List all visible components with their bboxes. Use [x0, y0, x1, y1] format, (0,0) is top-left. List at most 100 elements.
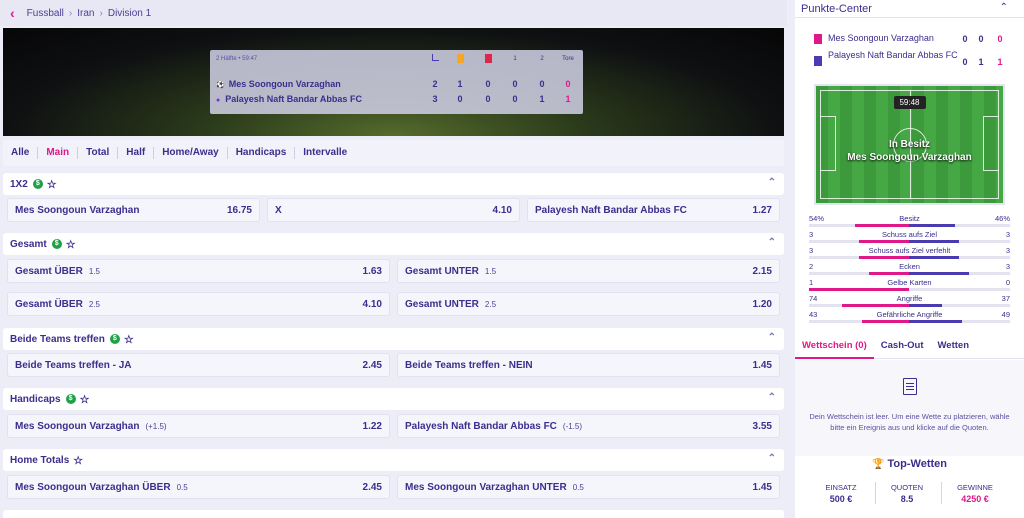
market-title: Handicaps: [10, 393, 61, 405]
odds-button[interactable]: Beide Teams treffen - NEIN 1.45: [397, 353, 780, 377]
market-header-btts[interactable]: Beide Teams treffen $ ☆ ⌃: [3, 328, 784, 350]
tab-cash-out[interactable]: Cash-Out: [874, 335, 931, 359]
possession-label: In Besitz: [888, 139, 931, 150]
possession-dot-icon: ●: [216, 97, 221, 104]
tab-handicaps[interactable]: Handicaps: [228, 147, 296, 159]
stat-bar-home: [809, 288, 909, 291]
chevron-up-icon[interactable]: ⌃: [768, 332, 776, 343]
odds-button[interactable]: Mes Soongoun Varzaghan 16.75: [7, 198, 260, 222]
chevron-up-icon[interactable]: ⌃: [768, 453, 776, 464]
market-header-gesamt[interactable]: Gesamt $ ☆ ⌃: [3, 233, 784, 255]
odds-button[interactable]: Beide Teams treffen - JA 2.45: [7, 353, 390, 377]
top-wetten-title: 🏆 Top-Wetten: [795, 458, 1024, 470]
market-header-next[interactable]: [3, 510, 784, 518]
tab-alle[interactable]: Alle: [3, 147, 39, 159]
stat-row: 54% Besitz 46%: [809, 214, 1010, 230]
team-name: Mes Soongoun Varzaghan: [828, 33, 934, 43]
stat-name: Ecken: [899, 262, 920, 271]
stat-right: 3: [1005, 230, 1010, 239]
einsatz-label: EINSATZ: [825, 483, 857, 492]
stat-bar-away: [909, 272, 969, 275]
home-goals: 0: [565, 79, 571, 89]
tab-main[interactable]: Main: [38, 147, 79, 159]
corner-icon: [425, 54, 445, 63]
home-team-row: ⚽ Mes Soongoun Varzaghan: [216, 79, 341, 89]
away-h2: 1: [539, 94, 545, 104]
breadcrumb-item-sport[interactable]: Fussball: [27, 8, 64, 19]
odds-value: 4.10: [492, 204, 512, 216]
odds-value: 1.63: [362, 265, 382, 277]
odds-label: Gesamt ÜBER: [15, 298, 83, 310]
stat-bar-away: [909, 320, 962, 323]
odds-label: Palayesh Naft Bandar Abbas FC: [535, 204, 687, 216]
tab-intervalle[interactable]: Intervalle: [295, 147, 355, 159]
tab-half[interactable]: Half: [118, 147, 155, 159]
odds-line: 1.5: [88, 266, 100, 276]
odds-line: 1.5: [484, 266, 497, 276]
tab-wetten[interactable]: Wetten: [931, 335, 977, 359]
punkte-center-header[interactable]: Punkte-Center ⌃: [795, 0, 1024, 18]
odds-value: 4.10: [362, 298, 382, 310]
market-header-handicaps[interactable]: Handicaps $ ☆ ⌃: [3, 388, 784, 410]
dollar-icon: $: [32, 179, 43, 189]
star-icon[interactable]: ☆: [80, 393, 90, 406]
odds-button[interactable]: Palayesh Naft Bandar Abbas FC 1.27: [527, 198, 780, 222]
odds-label: Palayesh Naft Bandar Abbas FC: [405, 420, 557, 432]
stat-name: Gefährliche Angriffe: [876, 310, 943, 319]
pc-away-b: 1: [978, 57, 984, 67]
stat-name: Angriffe: [896, 294, 923, 303]
trophy-icon: 🏆: [872, 459, 885, 470]
panel-title: Punkte-Center: [801, 2, 872, 15]
stat-name: Besitz: [899, 214, 920, 223]
star-icon[interactable]: ☆: [47, 178, 57, 191]
stat-right: 3: [1005, 246, 1010, 255]
stat-row: 2 Ecken 3: [809, 262, 1010, 278]
match-hero: 2 Hälfte • 59:47 1 2 Tore ⚽ Mes Soongoun …: [3, 28, 784, 136]
pc-away-a: 0: [962, 57, 968, 67]
odds-label: X: [275, 204, 282, 216]
market-header-1x2[interactable]: 1X2 $ ☆ ⌃: [3, 173, 784, 195]
odds-button[interactable]: Gesamt ÜBER 2.5 4.10: [7, 292, 390, 316]
odds-button[interactable]: Palayesh Naft Bandar Abbas FC (-1.5) 3.55: [397, 414, 780, 438]
market-title: Gesamt: [10, 238, 47, 250]
odds-label: Mes Soongoun Varzaghan UNTER: [405, 481, 567, 493]
odds-button[interactable]: Gesamt UNTER 2.5 1.20: [397, 292, 780, 316]
stat-name: Schuss aufs Ziel: [881, 230, 938, 239]
market-title: 1X2: [10, 178, 28, 190]
away-team-name: Palayesh Naft Bandar Abbas FC: [225, 94, 362, 104]
chevron-left-icon[interactable]: ‹: [10, 5, 15, 21]
odds-label: Gesamt UNTER: [405, 265, 479, 277]
empty-message: Dein Wettschein ist leer. Um eine Wette …: [809, 412, 1010, 432]
odds-button[interactable]: X 4.10: [267, 198, 520, 222]
stat-row: 1 Gelbe Karten 0: [809, 278, 1010, 294]
possession-team: Mes Soongoun Varzaghan: [847, 152, 972, 163]
tab-total[interactable]: Total: [78, 147, 119, 159]
odds-button[interactable]: Mes Soongoun Varzaghan UNTER 0.5 1.45: [397, 475, 780, 499]
chevron-up-icon[interactable]: ⌃: [1000, 2, 1008, 13]
possession-text: In Besitz Mes Soongoun Varzaghan: [816, 138, 1003, 164]
home-team-name: Mes Soongoun Varzaghan: [228, 79, 341, 89]
breadcrumb-item-league[interactable]: Division 1: [108, 8, 151, 19]
dollar-icon: $: [51, 239, 62, 249]
market-header-home-totals[interactable]: Home Totals ☆ ⌃: [3, 449, 784, 471]
odds-button[interactable]: Gesamt UNTER 1.5 2.15: [397, 259, 780, 283]
odds-label: Gesamt UNTER: [405, 298, 479, 310]
odds-button[interactable]: Mes Soongoun Varzaghan ÜBER 0.5 2.45: [7, 475, 390, 499]
odds-button[interactable]: Gesamt ÜBER 1.5 1.63: [7, 259, 390, 283]
star-icon[interactable]: ☆: [66, 238, 76, 251]
chevron-up-icon[interactable]: ⌃: [768, 392, 776, 403]
scoreboard: 2 Hälfte • 59:47 1 2 Tore ⚽ Mes Soongoun …: [210, 50, 583, 114]
odds-button[interactable]: Mes Soongoun Varzaghan (+1.5) 1.22: [7, 414, 390, 438]
stat-bar-away: [909, 256, 959, 259]
chevron-up-icon[interactable]: ⌃: [768, 177, 776, 188]
yellow-card-icon: [450, 54, 470, 65]
star-icon[interactable]: ☆: [124, 333, 134, 346]
tab-home-away[interactable]: Home/Away: [154, 147, 228, 159]
quoten-box: QUOTEN 8.5: [877, 483, 937, 504]
breadcrumb-item-country[interactable]: Iran: [77, 8, 94, 19]
tab-wettschein[interactable]: Wettschein (0): [795, 335, 874, 359]
away-team-row: ● Palayesh Naft Bandar Abbas FC: [216, 94, 362, 104]
chevron-up-icon[interactable]: ⌃: [768, 237, 776, 248]
odds-value: 2.45: [362, 359, 382, 371]
star-icon[interactable]: ☆: [73, 454, 83, 467]
